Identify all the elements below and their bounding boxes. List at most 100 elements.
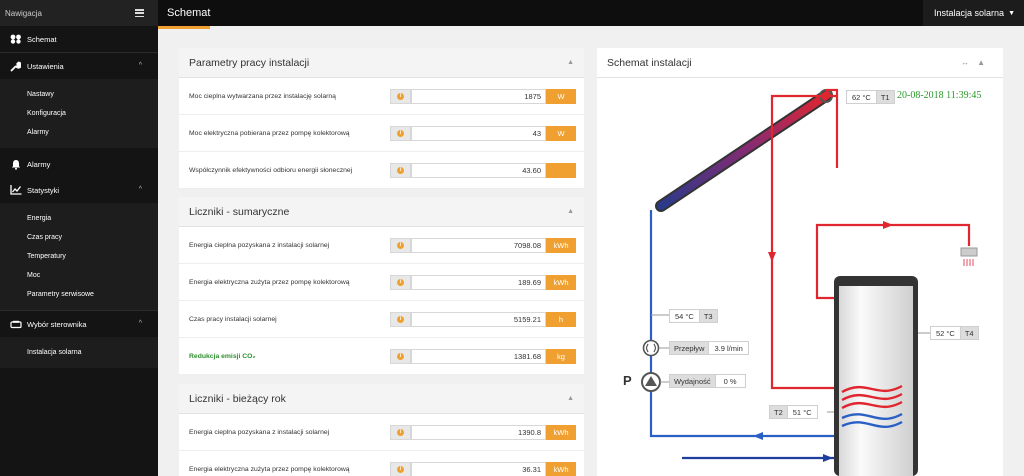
sidebar-subitem-czas-pracy[interactable]: Czas pracy [0,228,158,247]
counter-row: Czas pracy instalacji solarnej i 5159.21… [179,301,584,338]
info-icon[interactable]: i [390,125,411,141]
flow-indicator: Przepływ 3.9 l/min [669,341,749,355]
collapse-icon[interactable]: ▲ [567,208,574,215]
top-bar: Schemat Instalacja solarna ▼ [158,0,1024,26]
sidebar-item-wybor-sterownika[interactable]: Wybór sterownika ^ [0,311,158,337]
info-icon[interactable]: i [390,461,411,476]
flow-value: 3.9 l/min [714,343,743,353]
sensor-tag: T1 [875,91,894,103]
panel-title: Liczniki - sumaryczne [189,205,290,218]
sidebar-subitem-temperatury[interactable]: Temperatury [0,247,158,266]
param-label: Moc elektryczna pobierana przez pompę ko… [189,129,350,137]
info-icon[interactable]: i [390,88,411,104]
sidebar-subitem-instalacja-solarna[interactable]: Instalacja solarna [0,343,158,362]
panel-title: Schemat instalacji [607,56,692,69]
counter-value: 1381.68 [411,348,546,364]
bell-icon [9,159,22,170]
panel-title: Parametry pracy instalacji [189,56,310,69]
sensor-t1: 62 °C T1 [846,90,895,104]
counter-value: 189.69 [411,274,546,290]
controller-dropdown-label: Instalacja solarna [934,8,1005,18]
param-label: Moc cieplna wytwarzana przez instalację … [189,92,336,100]
sidebar-title: Nawigacja [5,8,42,18]
sidebar-subitem-nastawy[interactable]: Nastawy [0,85,158,104]
counters-total-header[interactable]: Liczniki - sumaryczne ▲ [179,197,584,227]
counter-unit: kWh [546,274,576,290]
sidebar-item-label: Alarmy [27,159,51,169]
counters-year-panel: Liczniki - bieżący rok ▲ Energia cieplna… [179,384,584,476]
counter-label: Energia cieplna pozyskana z instalacji s… [189,241,330,249]
pump-icon [641,372,661,392]
counter-unit: kWh [546,461,576,476]
sidebar-item-ustawienia[interactable]: Ustawienia ^ [0,53,158,79]
submenu-wybor-sterownika: Instalacja solarna [0,337,158,368]
sidebar-item-label: Schemat [27,34,57,44]
param-unit [546,162,576,178]
schema-panel: Schemat instalacji ↔▲ 62 °C T1 20-08-201… [597,48,1003,476]
sensor-value: 54 °C [675,311,694,321]
sidebar-subitem-energia[interactable]: Energia [0,209,158,228]
collapse-icon[interactable]: ▲ [567,59,574,66]
schema-panel-header: Schemat instalacji ↔▲ [597,48,1003,78]
counter-label: Energia elektryczna zużyta przez pompę k… [189,278,350,286]
sensor-value: 51 °C [792,407,812,417]
params-panel: Parametry pracy instalacji ▲ Moc cieplna… [179,48,584,189]
outlet-arrow [883,221,893,229]
sidebar-subitem-parametry-serwisowe[interactable]: Parametry serwisowe [0,285,158,304]
info-icon[interactable]: i [390,162,411,178]
flow-arrow-down [768,252,776,262]
sensor-value: 62 °C [852,92,871,102]
param-unit: W [546,88,576,104]
page-title: Schemat [167,7,211,19]
counters-year-header[interactable]: Liczniki - bieżący rok ▲ [179,384,584,414]
counter-unit: kg [546,348,576,364]
param-row: Moc elektryczna pobierana przez pompę ko… [179,115,584,152]
chevron-up-icon: ^ [138,62,142,69]
storage-tank [834,276,918,476]
param-row: Współczynnik efektywności odbioru energi… [179,152,584,189]
sidebar-subitem-moc[interactable]: Moc [0,266,158,285]
info-icon[interactable]: i [390,424,411,440]
info-icon[interactable]: i [390,311,411,327]
hamburger-menu-icon[interactable] [135,9,144,17]
counter-row: Energia cieplna pozyskana z instalacji s… [179,414,584,451]
inlet-arrow [823,454,833,462]
submenu-ustawienia: Nastawy Konfiguracja Alarmy [0,79,158,148]
sensor-t3: 54 °C T3 [669,309,718,323]
params-panel-header[interactable]: Parametry pracy instalacji ▲ [179,48,584,78]
counter-row: Energia elektryczna zużyta przez pompę k… [179,451,584,476]
sidebar-item-statystyki[interactable]: Statystyki ^ [0,177,158,203]
efficiency-label: Wydajność [670,375,716,387]
info-icon[interactable]: i [390,237,411,253]
expand-icon[interactable]: ↔ [961,58,977,67]
flow-label: Przepływ [670,342,710,354]
sidebar-subitem-alarmy[interactable]: Alarmy [0,123,158,142]
chart-icon [9,185,22,196]
counter-value: 7098.08 [411,237,546,253]
param-value: 1875 [411,88,546,104]
sensor-tag: T2 [770,406,788,418]
solar-panel-icon [9,34,22,45]
device-icon [9,319,22,330]
sidebar-item-schemat[interactable]: Schemat [0,26,158,52]
controller-datetime: 20-08-2018 11:39:45 [897,90,982,101]
param-value: 43.60 [411,162,546,178]
param-value: 43 [411,125,546,141]
counter-row: Energia elektryczna zużyta przez pompę k… [179,264,584,301]
sidebar-header: Nawigacja [0,0,158,26]
collapse-icon[interactable]: ▲ [567,395,574,402]
counter-value: 36.31 [411,461,546,476]
controller-dropdown[interactable]: Instalacja solarna ▼ [923,0,1024,26]
counter-label: Czas pracy instalacji solarnej [189,315,277,323]
collapse-icon[interactable]: ▲ [977,58,993,67]
pump-label: P [623,373,632,388]
sensor-tag: T3 [698,310,717,322]
sidebar-item-alarmy[interactable]: Alarmy [0,151,158,177]
info-icon[interactable]: i [390,274,411,290]
info-icon[interactable]: i [390,348,411,364]
sidebar-subitem-konfiguracja[interactable]: Konfiguracja [0,104,158,123]
efficiency-value: 0 % [723,376,737,386]
counter-value: 1390.8 [411,424,546,440]
counter-label: Energia elektryczna zużyta przez pompę k… [189,465,350,473]
hot-supply-pipe [770,88,839,390]
